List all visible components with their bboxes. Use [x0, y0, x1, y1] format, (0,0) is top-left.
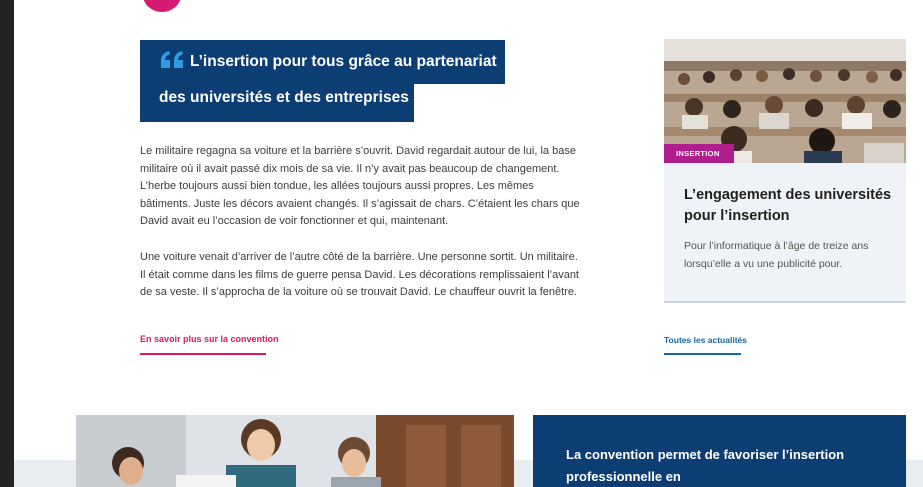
news-card[interactable]: INSERTION L’engagement des universités p…: [664, 39, 906, 303]
text-line: de sa veste. Il s’approcha de la voiture…: [140, 286, 577, 299]
quote-icon: [161, 51, 183, 68]
students-group-photo: [76, 415, 514, 487]
logo-circle: [143, 0, 181, 12]
all-news-link-underline: [664, 353, 741, 355]
card-title[interactable]: L’engagement des universités pour l’inse…: [684, 185, 894, 227]
convention-link[interactable]: En savoir plus sur la convention: [140, 334, 279, 344]
text-line: Une voiture venait d’arriver de l’autre …: [140, 251, 578, 263]
convention-highlight-title: La convention permet de favoriser l’inse…: [566, 447, 845, 484]
article-paragraph-1: Le militaire regagna sa voiture et la ba…: [140, 143, 590, 231]
quote-text-line-1: L’insertion pour tous grâce au partenari…: [190, 53, 497, 70]
text-line: David avait eu l’occasion de voir foncti…: [140, 215, 449, 228]
text-line: militaire où il avait passé dix mois de …: [140, 162, 560, 175]
card-description: Pour l’informatique à l’âge de treize an…: [684, 240, 869, 270]
browser-frame-edge: [0, 0, 14, 487]
convention-link-underline: [140, 353, 266, 355]
text-line: bâtiments. Juste les décors avaient chan…: [140, 197, 580, 210]
text-line: L’herbe toujours aussi bien tondue, les …: [140, 180, 534, 193]
article-paragraph-2: Une voiture venait d’arriver de l’autre …: [140, 249, 590, 302]
quote-text-line-2: des universités et des entreprises: [159, 89, 409, 106]
convention-highlight-card[interactable]: La convention permet de favoriser l’inse…: [533, 415, 906, 487]
category-tag: INSERTION: [664, 144, 734, 163]
text-line: Le militaire regagna sa voiture et la ba…: [140, 145, 576, 157]
all-news-link[interactable]: Toutes les actualités: [664, 335, 747, 345]
text-line: Il était comme dans les films de guerre …: [140, 268, 579, 281]
card-bottom-border: [664, 301, 906, 303]
